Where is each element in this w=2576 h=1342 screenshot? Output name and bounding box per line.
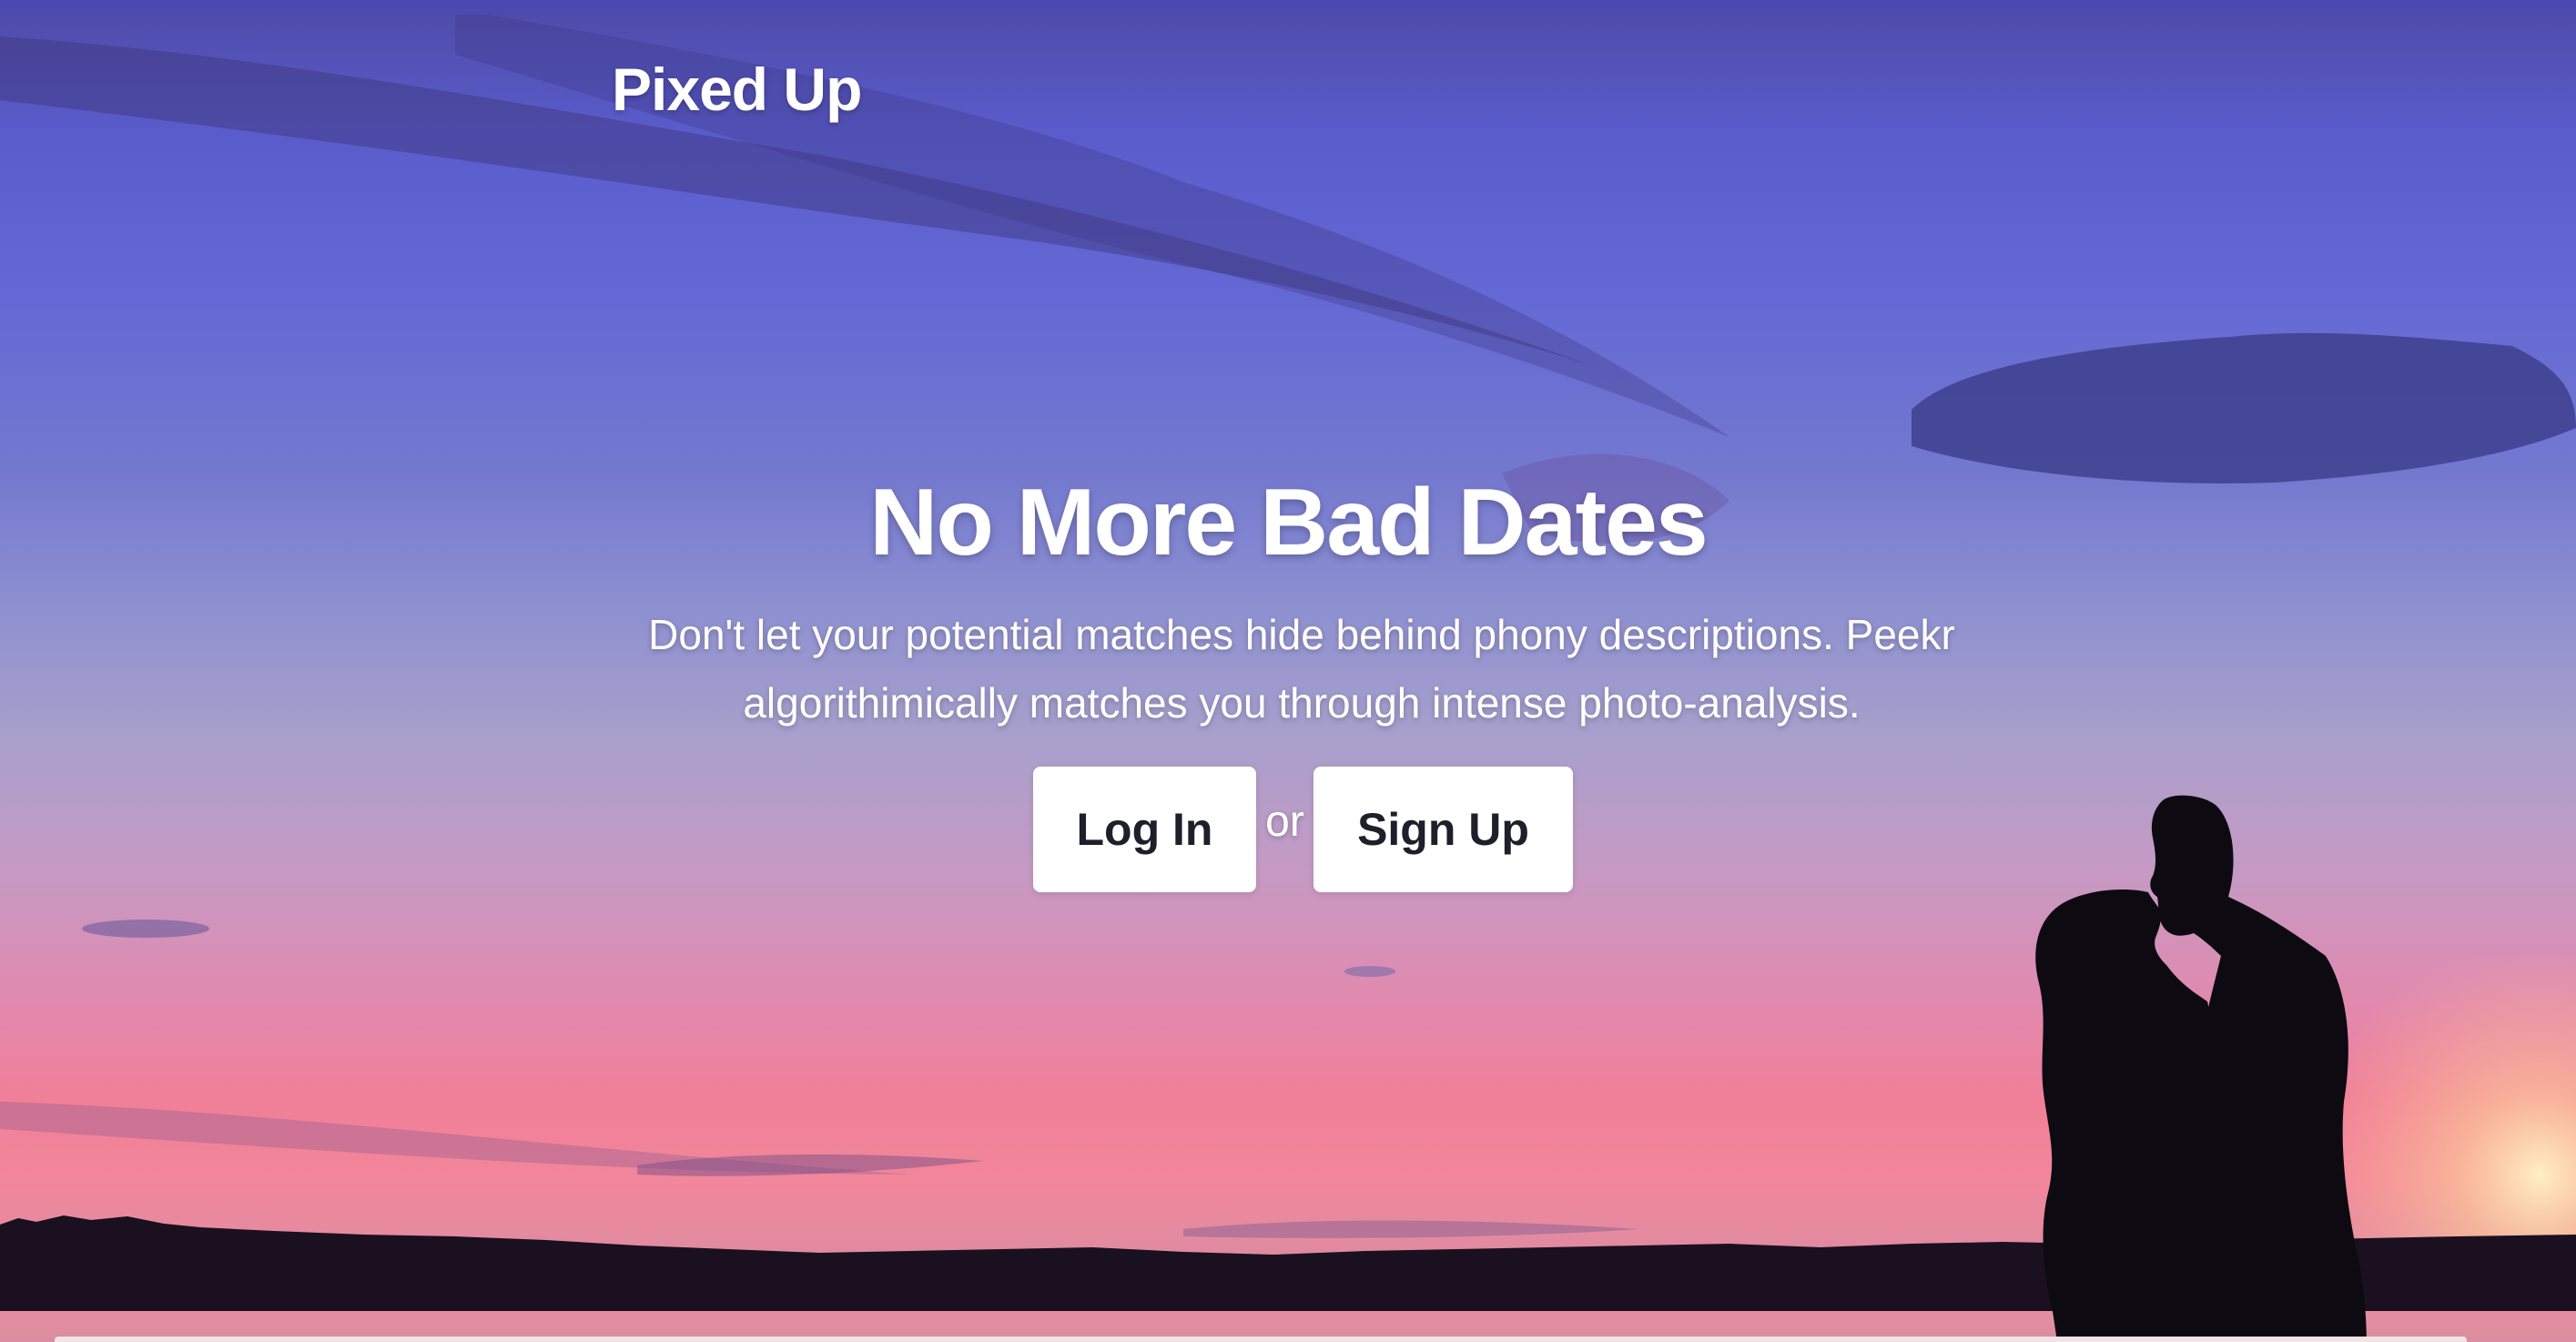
or-separator: or	[1265, 798, 1304, 846]
brand-logo[interactable]: Pixed Up	[612, 55, 862, 124]
landing-page: Pixed Up No More Bad Dates Don't let you…	[0, 0, 2576, 1342]
cloud-wisp	[82, 920, 209, 938]
hero-headline: No More Bad Dates	[869, 470, 1709, 575]
top-strip	[0, 0, 2576, 15]
bottom-panel-edge	[55, 1337, 2467, 1342]
log-in-button[interactable]: Log In	[1033, 767, 1256, 892]
sign-up-button[interactable]: Sign Up	[1313, 767, 1573, 892]
hero-subline: Don't let your potential matches hide be…	[648, 611, 1955, 727]
cloud	[1912, 332, 2576, 483]
couple-silhouette	[2035, 795, 2367, 1342]
cloud-wisp	[1344, 966, 1395, 977]
cloud-wisp	[1183, 1220, 1638, 1238]
